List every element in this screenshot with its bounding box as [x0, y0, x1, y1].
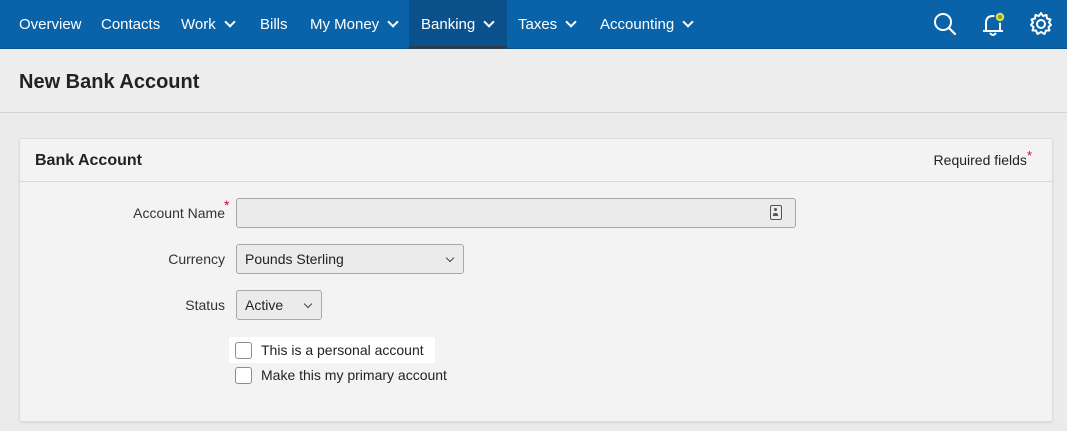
nav-contacts-label: Contacts: [101, 16, 161, 33]
primary-account-checkbox[interactable]: [235, 367, 252, 384]
nav-work[interactable]: Work: [181, 0, 236, 48]
notification-bell-icon[interactable]: [978, 9, 1008, 39]
nav-banking[interactable]: Banking: [409, 0, 507, 49]
settings-gear-icon[interactable]: [1026, 9, 1056, 39]
nav-bills-label: Bills: [260, 16, 288, 33]
account-name-required-asterisk: *: [224, 197, 230, 213]
currency-label: Currency: [168, 251, 225, 267]
status-select[interactable]: Active: [236, 290, 322, 320]
account-name-input[interactable]: [236, 198, 796, 228]
panel-header: Bank Account Required fields*: [20, 139, 1052, 182]
top-navigation: Overview Contacts Work Bills My Money Ba…: [0, 0, 1067, 49]
status-selected-value: Active: [245, 297, 284, 313]
personal-account-label[interactable]: This is a personal account: [261, 342, 424, 358]
chevron-down-icon: [682, 16, 694, 28]
nav-my-money-label: My Money: [310, 16, 380, 33]
page-header: New Bank Account: [0, 49, 1067, 113]
nav-bills[interactable]: Bills: [260, 0, 288, 48]
page-title: New Bank Account: [19, 71, 200, 93]
required-fields-text: Required fields: [933, 152, 1027, 168]
nav-contacts[interactable]: Contacts: [101, 0, 160, 48]
currency-selected-value: Pounds Sterling: [245, 251, 344, 267]
nav-overview-label: Overview: [19, 16, 82, 33]
nav-accounting[interactable]: Accounting: [600, 0, 694, 48]
chevron-down-icon: [445, 253, 455, 263]
status-label: Status: [185, 297, 225, 313]
chevron-down-icon: [303, 299, 313, 309]
account-name-label: Account Name: [133, 205, 225, 221]
nav-taxes-label: Taxes: [518, 16, 558, 33]
primary-account-label[interactable]: Make this my primary account: [261, 367, 447, 383]
personal-account-row: This is a personal account: [229, 337, 435, 363]
required-asterisk: *: [1026, 148, 1032, 163]
chevron-down-icon: [224, 16, 236, 28]
panel-title: Bank Account: [35, 152, 142, 169]
primary-account-row: Make this my primary account: [229, 362, 469, 388]
nav-accounting-label: Accounting: [600, 16, 675, 33]
currency-select[interactable]: Pounds Sterling: [236, 244, 464, 274]
search-icon[interactable]: [930, 9, 960, 39]
nav-banking-label: Banking: [421, 16, 476, 33]
nav-work-label: Work: [181, 16, 216, 33]
chevron-down-icon: [565, 16, 577, 28]
chevron-down-icon: [387, 16, 399, 28]
contact-card-icon: [770, 205, 782, 220]
required-fields-note: Required fields*: [933, 148, 1032, 168]
bank-account-panel: Bank Account Required fields* Account Na…: [19, 138, 1053, 422]
nav-overview[interactable]: Overview: [19, 0, 82, 48]
personal-account-checkbox[interactable]: [235, 342, 252, 359]
nav-taxes[interactable]: Taxes: [518, 0, 577, 48]
nav-my-money[interactable]: My Money: [310, 0, 399, 48]
chevron-down-icon: [483, 16, 495, 28]
